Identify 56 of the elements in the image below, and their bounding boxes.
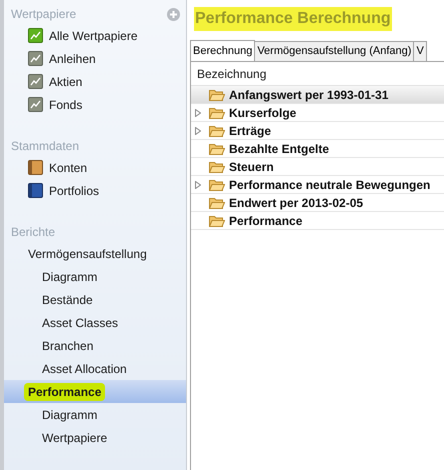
folder-icon	[209, 88, 225, 100]
tab[interactable]: Berechnung	[190, 40, 256, 61]
expand-icon[interactable]	[195, 180, 201, 188]
nav-item[interactable]: Portfolios	[4, 179, 186, 202]
page-title: Performance Berechnung	[194, 7, 392, 31]
nav-item[interactable]: Alle Wertpapiere	[4, 24, 186, 47]
tab[interactable]: V	[413, 41, 427, 61]
tree-row[interactable]: Bezahlte Entgelte	[191, 140, 444, 158]
nav-item[interactable]: Wertpapiere	[4, 426, 186, 449]
book-icon	[28, 160, 43, 175]
row-label: Bezahlte Entgelte	[229, 140, 330, 158]
nav-item[interactable]: Performance	[4, 380, 186, 403]
nav-item[interactable]: Vermögensaufstellung	[4, 242, 186, 265]
tree-row[interactable]: Performance neutrale Bewegungen	[191, 176, 444, 194]
nav-item[interactable]: Konten	[4, 156, 186, 179]
chart-icon	[28, 74, 43, 89]
nav-item[interactable]: Bestände	[4, 288, 186, 311]
nav-item[interactable]: Fonds	[4, 93, 186, 116]
chart-icon	[28, 97, 43, 112]
nav-item[interactable]: Anleihen	[4, 47, 186, 70]
folder-icon	[209, 142, 225, 154]
row-label: Erträge	[229, 122, 272, 140]
section-header: Berichte	[11, 224, 56, 241]
row-label: Anfangswert per 1993-01-31	[229, 86, 388, 104]
folder-icon	[209, 196, 225, 208]
nav-item[interactable]: Aktien	[4, 70, 186, 93]
row-label: Performance neutrale Bewegungen	[229, 176, 430, 194]
tree-row[interactable]: Steuern	[191, 158, 444, 176]
expand-icon[interactable]	[195, 108, 201, 116]
nav-item[interactable]: Asset Allocation	[4, 357, 186, 380]
add-icon[interactable]	[167, 8, 180, 20]
nav-item[interactable]: Asset Classes	[4, 311, 186, 334]
tree-row[interactable]: Performance	[191, 212, 444, 230]
folder-icon	[209, 124, 225, 136]
folder-icon	[209, 214, 225, 226]
book-icon	[28, 183, 43, 198]
folder-icon	[209, 106, 225, 118]
section-header: Wertpapiere	[11, 6, 76, 23]
folder-icon	[209, 160, 225, 172]
tree-row[interactable]: Kurserfolge	[191, 104, 444, 122]
expand-icon[interactable]	[195, 126, 201, 134]
chart-icon	[28, 28, 43, 43]
tree-row[interactable]: Endwert per 2013-02-05	[191, 194, 444, 212]
folder-icon	[209, 178, 225, 190]
nav-item[interactable]: Diagramm	[4, 403, 186, 426]
tree-row[interactable]: Erträge	[191, 122, 444, 140]
chart-icon	[28, 51, 43, 66]
tree-row[interactable]: Anfangswert per 1993-01-31	[191, 86, 444, 104]
row-label: Kurserfolge	[229, 104, 296, 122]
row-label: Endwert per 2013-02-05	[229, 194, 364, 212]
row-label: Steuern	[229, 158, 274, 176]
nav-item[interactable]: Diagramm	[4, 265, 186, 288]
section-header: Stammdaten	[11, 138, 80, 155]
row-label: Performance	[229, 212, 302, 230]
nav-item[interactable]: Branchen	[4, 334, 186, 357]
tab[interactable]: Vermögensaufstellung (Anfang)	[254, 41, 414, 61]
